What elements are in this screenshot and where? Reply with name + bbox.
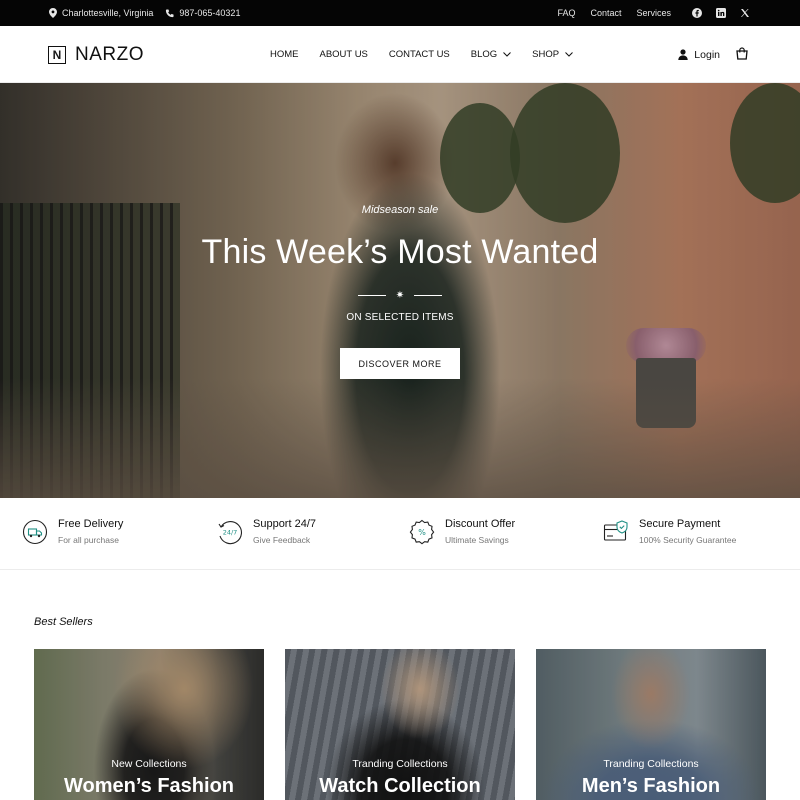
chevron-down-icon [503, 52, 512, 57]
logo-mark: N [48, 46, 66, 64]
nav-label: BLOG [470, 49, 498, 60]
svg-text:24/7: 24/7 [223, 529, 238, 537]
secure-card-icon [603, 520, 628, 541]
nav-label: CONTACT US [388, 49, 450, 60]
feature-subtitle: Ultimate Savings [445, 535, 509, 545]
support-24-7-icon: 24/7 [218, 521, 242, 545]
nav-label: HOME [270, 49, 299, 60]
svg-text:%: % [418, 528, 426, 537]
nav-item-about[interactable]: ABOUT US [320, 49, 368, 60]
user-icon [678, 49, 688, 60]
collection-card-womens[interactable]: New Collections Women’s Fashion [34, 649, 264, 800]
feature-title: Free Delivery [58, 518, 124, 530]
nav-item-shop[interactable]: SHOP [532, 49, 573, 60]
card-kicker: New Collections [111, 758, 187, 770]
nav-item-blog[interactable]: BLOG [470, 49, 512, 60]
feature-subtitle: Give Feedback [253, 535, 311, 545]
hero-title: This Week’s Most Wanted [201, 233, 599, 271]
nav-item-contact[interactable]: CONTACT US [389, 49, 450, 60]
nav-label: SHOP [532, 49, 560, 60]
delivery-truck-icon [22, 519, 48, 545]
feature-free-delivery: Free Delivery For all purchase [22, 518, 123, 545]
login-link[interactable]: Login [678, 49, 720, 61]
discover-more-button[interactable]: DISCOVER MORE [340, 348, 460, 379]
facebook-icon[interactable] [692, 8, 702, 18]
linkedin-icon[interactable] [716, 8, 726, 18]
discount-badge-icon: % [409, 519, 435, 545]
card-title: Watch Collection [319, 775, 481, 797]
login-label: Login [694, 48, 720, 61]
card-kicker: Tranding Collections [603, 758, 699, 770]
main-nav: HOME ABOUT US CONTACT US BLOG SHOP [270, 26, 594, 83]
features-strip: Free Delivery For all purchase 24/7 Supp… [0, 498, 800, 570]
feature-title: Support 24/7 [253, 518, 316, 530]
feature-support: 24/7 Support 24/7 Give Feedback [217, 518, 316, 545]
main-header: N NARZO HOME ABOUT US CONTACT US BLOG SH… [0, 26, 800, 83]
sparkle-icon: ✷ [395, 290, 405, 301]
feature-subtitle: For all purchase [58, 535, 119, 545]
location-info: Charlottesville, Virginia [49, 8, 153, 18]
brand-logo[interactable]: N NARZO [48, 44, 144, 66]
topbar-link-faq[interactable]: FAQ [557, 8, 575, 18]
hero-divider: ✷ [358, 290, 442, 301]
collection-card-watch[interactable]: Tranding Collections Watch Collection [285, 649, 515, 800]
card-title: Women’s Fashion [63, 775, 235, 797]
topbar-link-contact[interactable]: Contact [590, 8, 621, 18]
card-kicker: Tranding Collections [352, 758, 448, 770]
hero-pretitle: Midseason sale [361, 204, 439, 216]
hero-subtitle: ON SELECTED ITEMS [346, 312, 454, 323]
topbar-link-services[interactable]: Services [636, 8, 671, 18]
hero-banner: Midseason sale This Week’s Most Wanted ✷… [0, 83, 800, 498]
chevron-down-icon [565, 52, 573, 57]
feature-subtitle: 100% Security Guarantee [639, 535, 737, 545]
card-title: Men’s Fashion [581, 775, 721, 797]
cart-icon[interactable] [736, 46, 748, 63]
phone-icon [166, 8, 174, 17]
nav-item-home[interactable]: HOME [270, 49, 299, 60]
feature-secure-payment: Secure Payment 100% Security Guarantee [603, 518, 736, 545]
feature-title: Discount Offer [445, 518, 516, 530]
logo-text: NARZO [75, 44, 144, 65]
x-icon[interactable] [740, 8, 750, 18]
nav-label: ABOUT US [319, 49, 368, 60]
top-bar: Charlottesville, Virginia 987-065-40321 … [0, 0, 800, 26]
phone-text[interactable]: 987-065-40321 [179, 8, 240, 18]
phone-info[interactable]: 987-065-40321 [165, 8, 240, 18]
location-text: Charlottesville, Virginia [62, 8, 154, 18]
map-pin-icon [49, 8, 57, 18]
feature-discount: % Discount Offer Ultimate Savings [409, 518, 515, 545]
best-sellers-heading: Best Sellers [34, 616, 93, 628]
feature-title: Secure Payment [639, 518, 721, 530]
collection-card-mens[interactable]: Tranding Collections Men’s Fashion [536, 649, 766, 800]
